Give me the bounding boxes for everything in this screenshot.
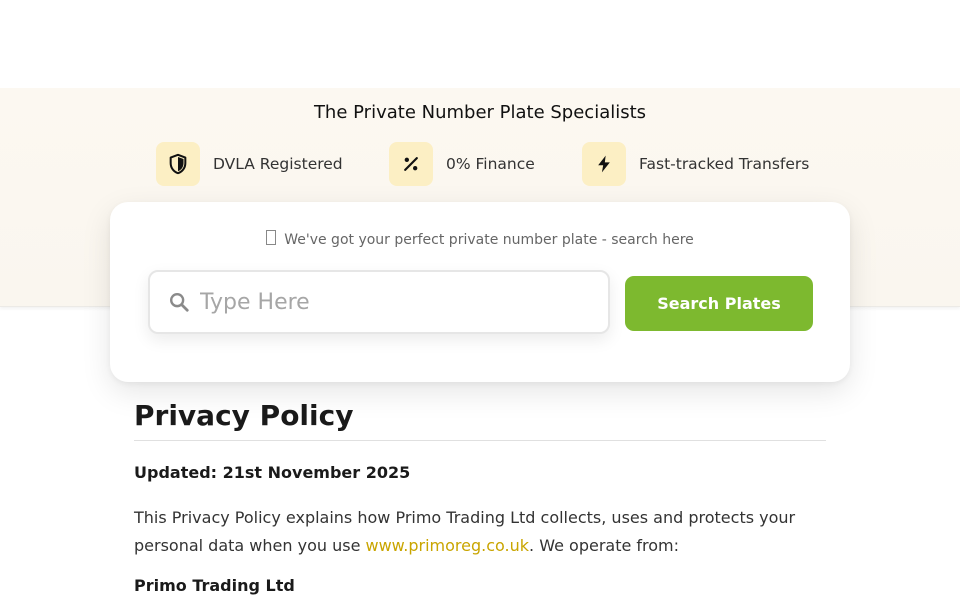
page-title: Privacy Policy <box>134 396 826 441</box>
feature-label: Fast-tracked Transfers <box>639 154 810 173</box>
search-box[interactable] <box>148 270 610 334</box>
feature-label: DVLA Registered <box>213 154 343 173</box>
search-input[interactable] <box>198 288 592 316</box>
feature-label: 0% Finance <box>446 154 535 173</box>
page: The Private Number Plate Specialists DVL… <box>0 0 960 600</box>
policy-content: Privacy Policy Updated: 21st November 20… <box>134 396 826 595</box>
search-note-text: We've got your perfect private number pl… <box>284 232 694 248</box>
shield-icon <box>156 141 200 186</box>
website-link[interactable]: www.primoreg.co.uk <box>366 536 530 555</box>
search-plates-button[interactable]: Search Plates <box>625 276 813 331</box>
feature-dvla-registered: DVLA Registered <box>156 141 343 186</box>
updated-date: Updated: 21st November 2025 <box>134 463 411 482</box>
feature-finance: 0% Finance <box>389 141 535 186</box>
intro-paragraph: This Privacy Policy explains how Primo T… <box>134 504 826 560</box>
tagline: The Private Number Plate Specialists <box>313 102 647 123</box>
missing-glyph-icon <box>266 230 277 245</box>
company-name: Primo Trading Ltd <box>134 576 295 595</box>
search-icon <box>170 293 189 312</box>
feature-fast-transfers: Fast-tracked Transfers <box>582 141 809 186</box>
search-card: We've got your perfect private number pl… <box>110 202 850 382</box>
percent-icon <box>389 141 433 186</box>
search-note: We've got your perfect private number pl… <box>110 230 850 248</box>
intro-text-end: . We operate from: <box>529 536 680 555</box>
lightning-icon <box>582 141 626 186</box>
